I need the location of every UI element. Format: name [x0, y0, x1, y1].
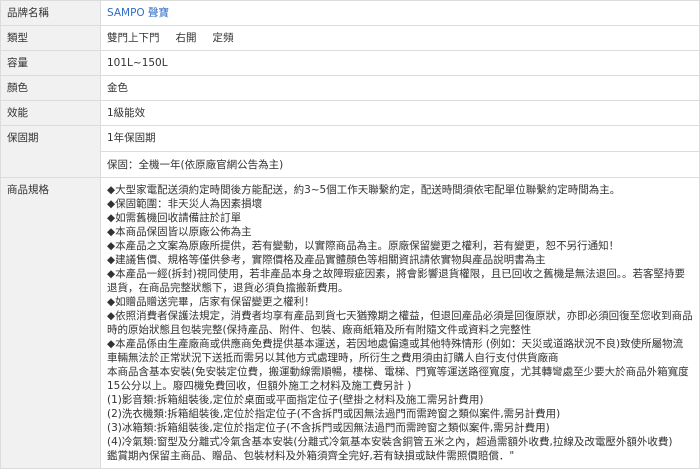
note-item: ◆建議售價、規格等僅供參考，實際價格及產品實體顏色等相關資訊請依實物與產品說明書…	[107, 254, 546, 266]
value-efficiency: 1級能效	[100, 100, 700, 126]
value-color: 金色	[100, 75, 700, 101]
note-item: (1)影音類:拆箱組裝後,定位於桌面或平面指定位子(壁掛之材料及施工需另計費用)	[107, 394, 484, 406]
note-item: (3)冰箱類:拆箱組裝後,定位於指定位子(不含拆門或因無法過門而需跨窗之類似案件…	[107, 422, 550, 434]
note-item: (2)洗衣機類:拆箱組裝後,定位於指定位子(不含拆門或因無法過門而需跨窗之類似案…	[107, 408, 561, 420]
spec-table: 品牌名稱 SAMPO 聲寶 類型 雙門上下門 右開 定頻 容量 101L~150L …	[0, 0, 700, 469]
brand-link[interactable]: SAMPO 聲寶	[107, 7, 169, 19]
note-item: ◆如需舊機回收請備註於訂單	[107, 212, 242, 224]
row-capacity: 容量 101L~150L	[0, 50, 700, 76]
label-brand: 品牌名稱	[0, 0, 101, 26]
label-specs: 商品規格	[0, 177, 101, 469]
note-item: ◆本產品一經(拆封)視同使用，若非產品本身之故障瑕疵因素，將會影響退貨權限，且已…	[107, 268, 686, 294]
row-warranty: 保固期 1年保固期 保固：全機一年(依原廠官網公告為主)	[0, 125, 700, 178]
type-open: 右開	[175, 32, 197, 44]
note-item: ◆本商品保固皆以原廠公佈為主	[107, 226, 252, 238]
label-capacity: 容量	[0, 50, 101, 76]
note-item: ◆本產品之文案為原廠所提供，若有變動，以實際商品為主。原廠保留變更之權利，若有變…	[107, 240, 620, 252]
note-item: ◆如贈品贈送完畢，店家有保留變更之權利！	[107, 296, 315, 308]
value-warranty: 1年保固期	[107, 132, 156, 144]
row-brand: 品牌名稱 SAMPO 聲寶	[0, 0, 700, 26]
row-type: 類型 雙門上下門 右開 定頻	[0, 25, 700, 51]
label-type: 類型	[0, 25, 101, 51]
note-item: ◆本產品係由生產廠商或供應商免費提供基本運送，若因地處偏遠或其他特殊情形 (例如…	[107, 338, 684, 364]
row-specs: 商品規格 ◆大型家電配送須約定時間後方能配送，約3~5個工作天聯繫約定，配送時間…	[0, 177, 700, 469]
row-color: 顏色 金色	[0, 75, 700, 101]
value-type: 雙門上下門 右開 定頻	[100, 25, 700, 51]
spec-notes: ◆大型家電配送須約定時間後方能配送，約3~5個工作天聯繫約定，配送時間須依宅配單…	[100, 177, 700, 469]
note-item: ◆依照消費者保護法規定，消費者均享有產品到貨七天猶豫期之權益，但退回產品必須是回…	[107, 310, 693, 336]
label-color: 顏色	[0, 75, 101, 101]
value-capacity: 101L~150L	[100, 50, 700, 76]
note-item: 本商品含基本安裝(免安裝定位費，搬運動線需順暢，樓梯、電梯、門寬等運送路徑寬度，…	[107, 366, 689, 392]
type-door: 雙門上下門	[107, 32, 160, 44]
note-item: ◆保固範圍：非天災人為因素損壞	[107, 198, 263, 210]
label-warranty: 保固期	[0, 125, 101, 178]
warranty-extra: 保固：全機一年(依原廠官網公告為主)	[101, 151, 699, 172]
type-freq: 定頻	[212, 32, 234, 44]
note-item: (4)冷氣類:窗型及分離式冷氣含基本安裝(分離式冷氣基本安裝含銅管五米之內，超過…	[107, 436, 673, 448]
label-efficiency: 效能	[0, 100, 101, 126]
note-item: 鑑賞期內保留主商品、贈品、包裝材料及外箱須齊全完好,若有缺損或缺件需照價賠償．"	[107, 450, 515, 462]
row-efficiency: 效能 1級能效	[0, 100, 700, 126]
note-item: ◆大型家電配送須約定時間後方能配送，約3~5個工作天聯繫約定，配送時間須依宅配單…	[107, 184, 621, 196]
